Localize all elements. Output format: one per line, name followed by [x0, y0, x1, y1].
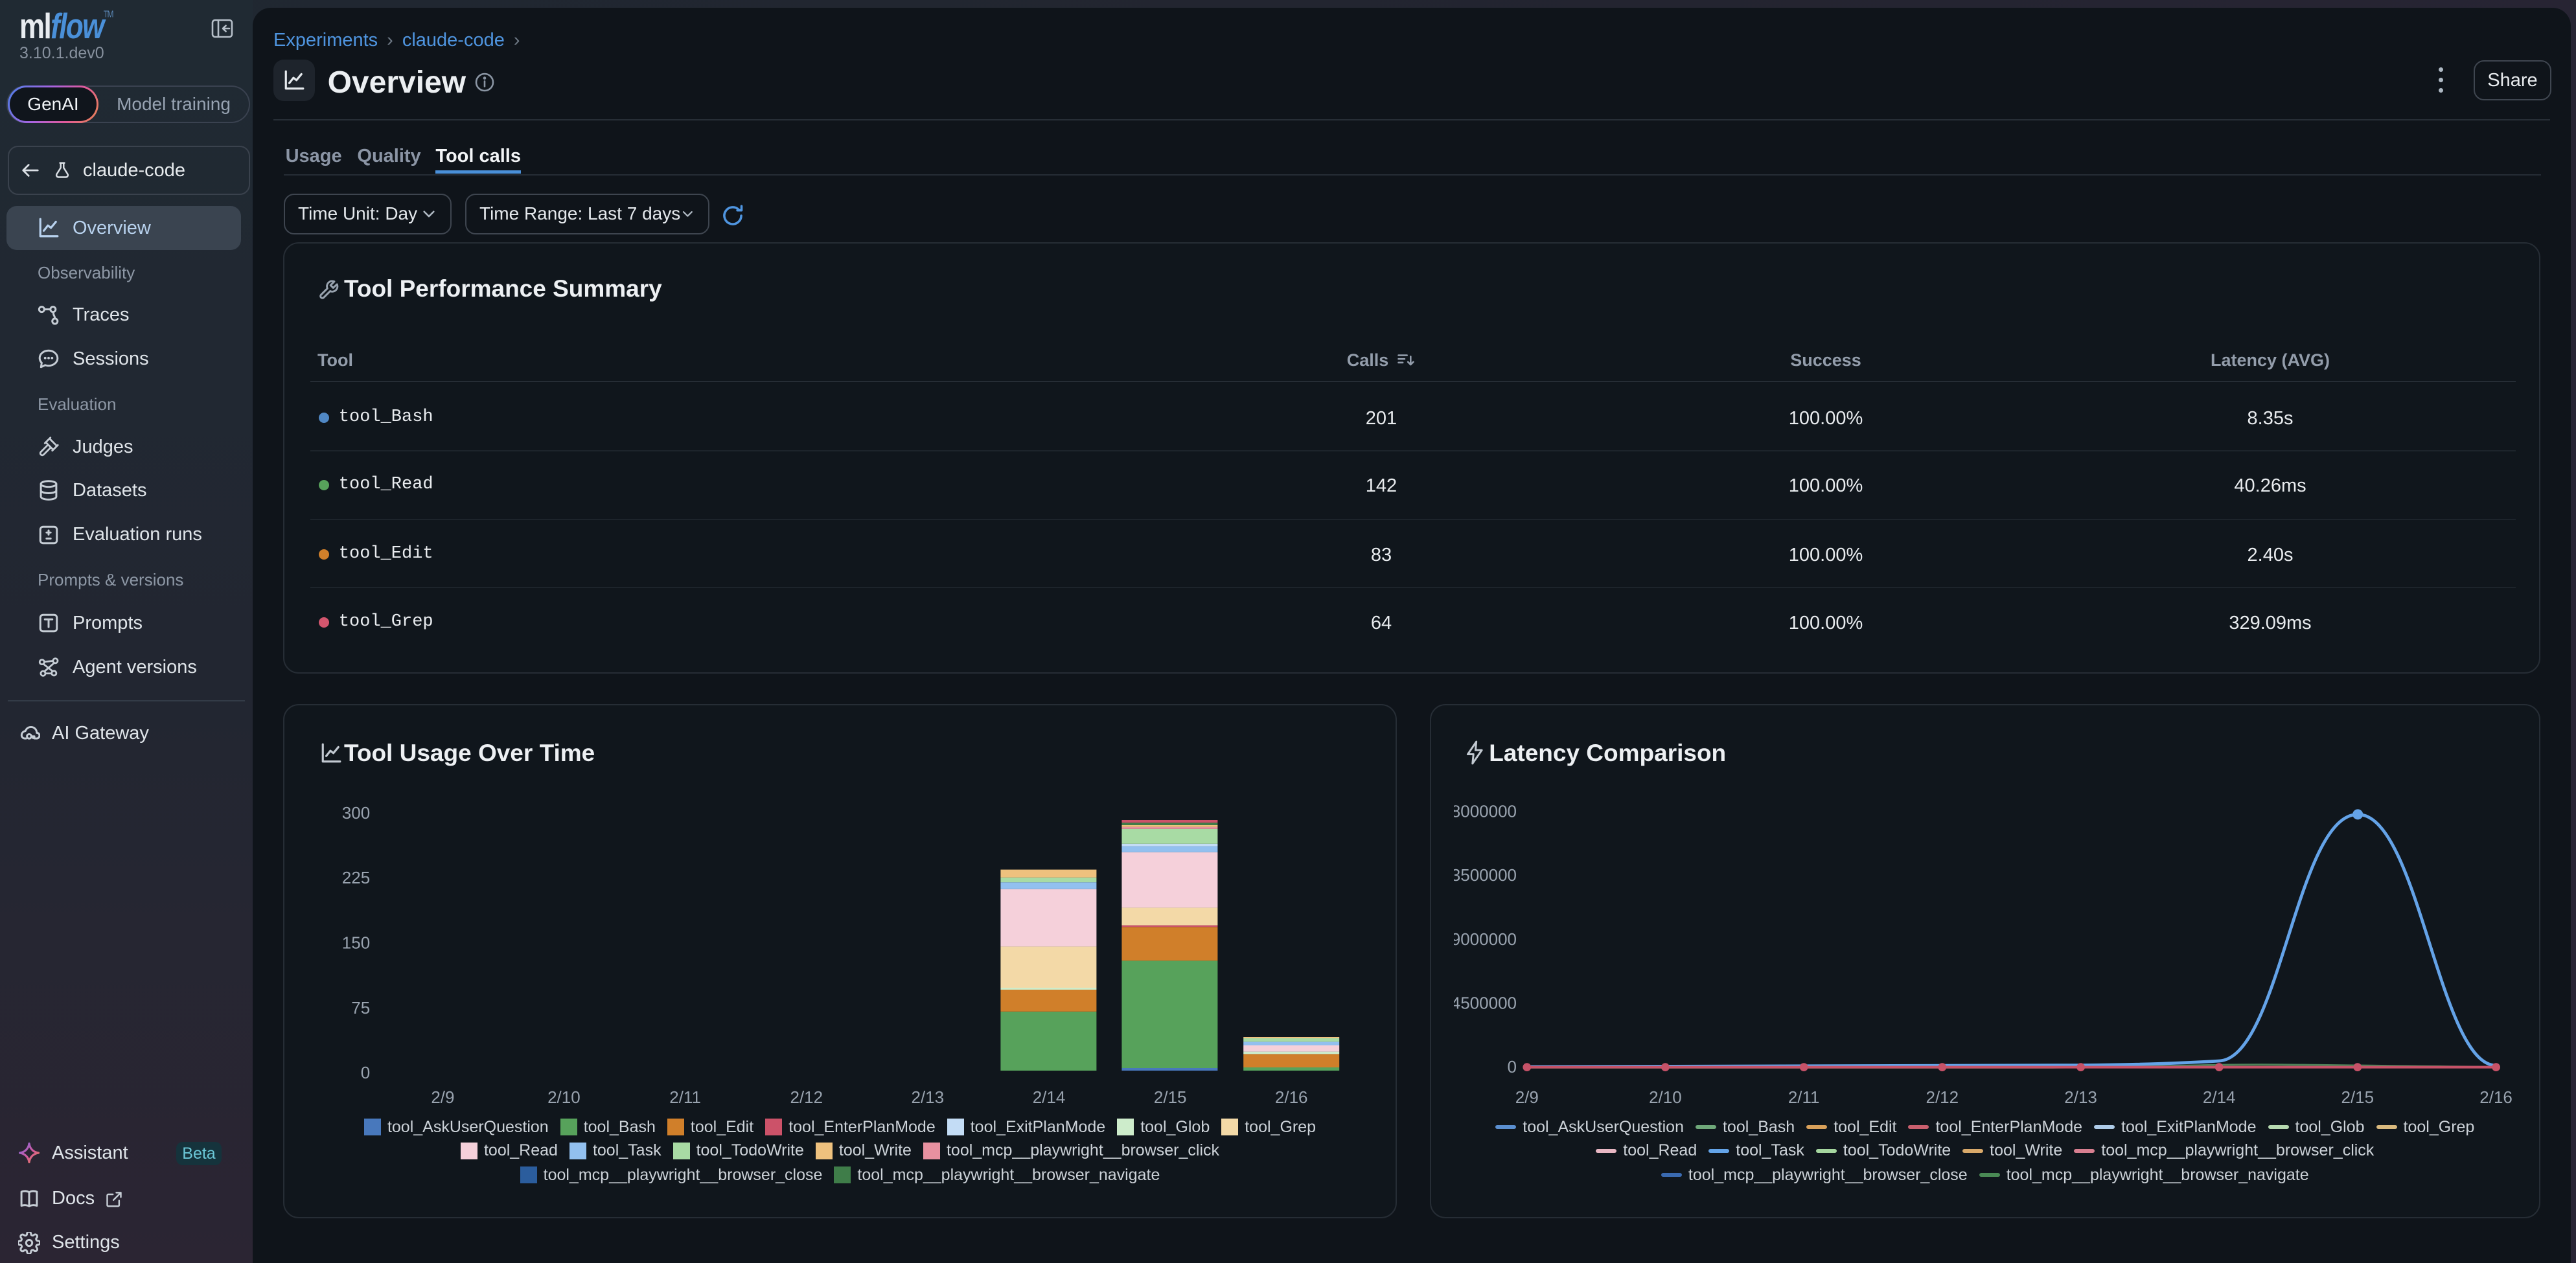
svg-text:2/15: 2/15 — [2341, 1087, 2374, 1107]
svg-text:2/16: 2/16 — [1275, 1087, 1308, 1107]
svg-text:13500000: 13500000 — [1442, 865, 1517, 885]
svg-text:2/9: 2/9 — [1515, 1087, 1538, 1107]
svg-text:2/12: 2/12 — [790, 1087, 823, 1107]
svg-text:2/10: 2/10 — [547, 1087, 581, 1107]
svg-text:2/9: 2/9 — [431, 1087, 454, 1107]
svg-text:2/13: 2/13 — [911, 1087, 944, 1107]
svg-text:2/14: 2/14 — [2202, 1087, 2235, 1107]
svg-text:225: 225 — [342, 868, 370, 887]
svg-text:0: 0 — [361, 1063, 370, 1082]
svg-text:2/15: 2/15 — [1154, 1087, 1187, 1107]
svg-text:2/11: 2/11 — [1788, 1087, 1819, 1107]
svg-text:2/12: 2/12 — [1926, 1087, 1959, 1107]
svg-text:2/14: 2/14 — [1033, 1087, 1066, 1107]
svg-text:4500000: 4500000 — [1451, 993, 1516, 1012]
svg-text:2/16: 2/16 — [2479, 1087, 2513, 1107]
svg-text:18000000: 18000000 — [1442, 801, 1517, 821]
svg-text:2/10: 2/10 — [1649, 1087, 1682, 1107]
svg-text:9000000: 9000000 — [1451, 929, 1516, 949]
svg-text:0: 0 — [1507, 1057, 1516, 1076]
svg-text:150: 150 — [342, 933, 370, 952]
svg-text:2/13: 2/13 — [2064, 1087, 2097, 1107]
svg-text:2/11: 2/11 — [669, 1087, 701, 1107]
svg-text:75: 75 — [351, 998, 370, 1018]
svg-text:300: 300 — [342, 803, 370, 823]
